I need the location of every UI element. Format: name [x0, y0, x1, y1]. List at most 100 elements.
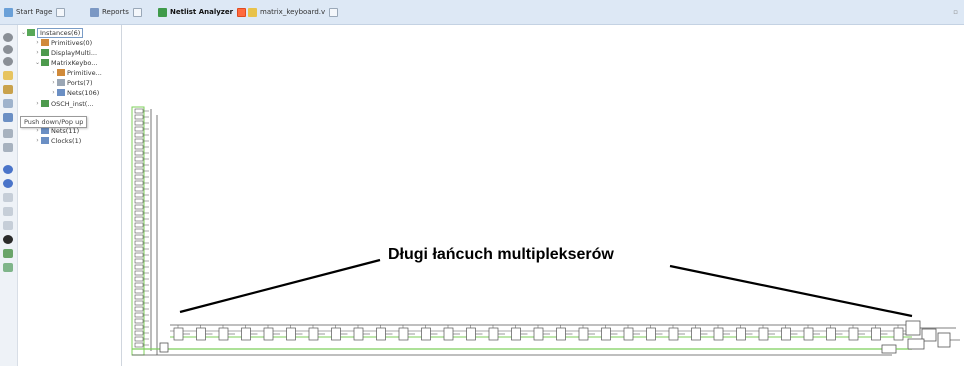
push-down-pop-up-icon[interactable]: [3, 113, 13, 122]
close-icon[interactable]: [132, 7, 142, 17]
close-icon[interactable]: [237, 7, 247, 17]
tree-node-nets-inner[interactable]: › Nets(106): [50, 88, 99, 97]
primitive-icon: [57, 69, 65, 76]
tab-label: Netlist Analyzer: [170, 8, 234, 16]
mux-cell: [134, 240, 144, 246]
mux-cell: [134, 132, 144, 138]
mux-cell: [134, 234, 144, 240]
mux-cell: [134, 252, 144, 258]
mux-cell: [376, 327, 386, 341]
mux-cell: [134, 198, 144, 204]
mux-cell: [511, 327, 521, 341]
mux-cell: [134, 288, 144, 294]
expand-icon[interactable]: ›: [50, 79, 57, 86]
mux-cell: [134, 276, 144, 282]
mux-cell: [134, 168, 144, 174]
mux-cell: [533, 327, 544, 341]
mux-cell: [466, 327, 476, 341]
editor-tab-bar: Start Page Reports Netlist Analyzer matr…: [0, 0, 964, 25]
expand-icon[interactable]: ›: [34, 39, 41, 46]
edit-icon[interactable]: [3, 99, 13, 108]
forward-icon[interactable]: [3, 179, 13, 188]
star-icon[interactable]: [3, 235, 13, 244]
tree-node-primitive[interactable]: › Primitive...: [50, 68, 102, 77]
mux-cell: [758, 327, 769, 341]
back-icon[interactable]: [3, 165, 13, 174]
tree-node-display-multi[interactable]: › DisplayMulti...: [34, 48, 97, 57]
mux-cell: [134, 318, 144, 324]
verilog-file-icon: [248, 7, 257, 17]
tab-reports[interactable]: Reports: [90, 4, 142, 20]
mux-cell: [826, 327, 836, 341]
mux-cell: [134, 306, 144, 312]
module-icon: [41, 100, 49, 107]
vertical-mux-chain: [131, 106, 158, 356]
tab-netlist-analyzer[interactable]: Netlist Analyzer: [158, 4, 247, 20]
close-icon[interactable]: [329, 7, 339, 17]
expand-icon[interactable]: ›: [34, 100, 41, 107]
mux-cell: [781, 327, 791, 341]
tree-node-label: Primitive...: [67, 68, 102, 77]
mux-cell: [134, 264, 144, 270]
collapse-icon[interactable]: ⌄: [34, 59, 41, 66]
close-icon[interactable]: [56, 7, 66, 17]
expand-icon[interactable]: ›: [50, 89, 57, 96]
tree-node-primitives[interactable]: › Primitives(0): [34, 38, 92, 47]
print-icon[interactable]: [3, 129, 13, 138]
tab-label: matrix_keyboard.v: [260, 8, 326, 16]
tab-matrix-keyboard[interactable]: matrix_keyboard.v: [248, 4, 339, 20]
zoom-fit-icon[interactable]: [3, 57, 13, 66]
tree-node-label: Clocks(1): [51, 136, 82, 145]
table-icon[interactable]: [3, 249, 13, 258]
mux-cell: [134, 228, 144, 234]
arrow-right: [669, 264, 913, 318]
mux-cell: [134, 216, 144, 222]
tree-node-osch-inst[interactable]: › OSCH_inst(...: [34, 99, 93, 108]
zoom-in-icon[interactable]: [3, 33, 13, 42]
register-block: [881, 344, 897, 354]
expand-icon[interactable]: ›: [50, 69, 57, 76]
tab-start-page[interactable]: Start Page: [4, 4, 66, 20]
tree-node-label: Instances(6): [37, 27, 84, 38]
vertical-toolbar: [0, 25, 18, 366]
netlist-hierarchy-tree: ⌄ Instances(6) › Primitives(0) › Display…: [18, 25, 122, 366]
push-down-pop-up-tooltip: Push down/Pop up: [20, 116, 88, 128]
mux-cell: [578, 327, 589, 341]
mux-cell: [601, 327, 611, 341]
mux-cell: [134, 150, 144, 156]
mux-cell: [134, 138, 144, 144]
settings-icon[interactable]: [3, 143, 13, 152]
mux-cell: [134, 312, 144, 318]
filter-icon[interactable]: [3, 221, 13, 230]
refresh-icon[interactable]: [3, 193, 13, 202]
folder-icon[interactable]: [3, 71, 13, 80]
mux-cell: [134, 114, 144, 120]
restore-window-icon[interactable]: ▫: [953, 8, 958, 16]
mux-cell: [134, 258, 144, 264]
expand-icon[interactable]: ›: [34, 49, 41, 56]
open-icon[interactable]: [3, 85, 13, 94]
collapse-icon[interactable]: ⌄: [20, 29, 27, 36]
mux-cell: [134, 126, 144, 132]
mux-cell: [713, 327, 724, 341]
mux-cell: [331, 327, 341, 341]
tree-node-ports[interactable]: › Ports(7): [50, 78, 92, 87]
reports-icon: [90, 7, 99, 17]
zoom-out-icon[interactable]: [3, 45, 13, 54]
expand-icon[interactable]: ›: [34, 137, 41, 144]
tree-node-clocks[interactable]: › Clocks(1): [34, 136, 81, 145]
tab-label: Start Page: [16, 8, 53, 16]
nets-icon: [41, 127, 49, 134]
schematic-canvas[interactable]: [122, 25, 964, 366]
expand-icon[interactable]: ›: [34, 127, 41, 134]
mux-cell: [134, 174, 144, 180]
mux-cell: [134, 324, 144, 330]
horizontal-mux-chain: [132, 324, 912, 356]
nets-icon: [57, 89, 65, 96]
stop-icon[interactable]: [3, 207, 13, 216]
mux-cell: [134, 342, 144, 348]
grid-icon[interactable]: [3, 263, 13, 272]
tree-node-instances[interactable]: ⌄ Instances(6): [20, 27, 84, 38]
mux-cell: [134, 300, 144, 306]
tree-node-matrix-keyboard[interactable]: ⌄ MatrixKeybo...: [34, 58, 97, 67]
